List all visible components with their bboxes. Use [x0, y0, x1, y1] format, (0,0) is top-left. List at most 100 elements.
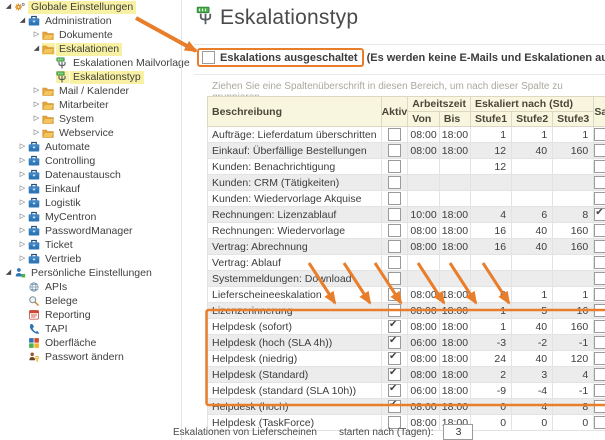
sa-checkbox[interactable] [594, 416, 605, 429]
cell-bis[interactable]: 18:00 [439, 223, 470, 239]
sa-checkbox[interactable] [594, 240, 605, 253]
aktiv-checkbox[interactable] [388, 288, 401, 301]
col-header-sa[interactable]: Sa [594, 97, 605, 127]
cell-von[interactable] [408, 271, 440, 287]
cell-stufe2[interactable] [512, 271, 553, 287]
cell-stufe1[interactable]: 16 [470, 223, 511, 239]
cell-von[interactable]: 08:00 [408, 239, 440, 255]
cell-von[interactable] [408, 175, 440, 191]
cell-stufe3[interactable] [553, 255, 594, 271]
start-days-input[interactable]: 3 [443, 424, 473, 440]
cell-sa-checkbox[interactable] [594, 159, 605, 175]
aktiv-checkbox[interactable] [388, 336, 401, 349]
aktiv-checkbox[interactable] [388, 272, 401, 285]
tree-item-ticket[interactable]: ▷ Ticket [0, 238, 181, 252]
sa-checkbox[interactable] [594, 128, 605, 141]
cell-stufe2[interactable]: 4 [512, 399, 553, 415]
sa-checkbox[interactable] [594, 192, 605, 205]
cell-von[interactable]: 08:00 [408, 223, 440, 239]
cell-stufe3[interactable] [553, 191, 594, 207]
cell-aktiv-checkbox[interactable] [381, 399, 408, 415]
cell-stufe3[interactable] [553, 175, 594, 191]
tree-item-apis[interactable]: APIs [0, 280, 181, 294]
aktiv-checkbox[interactable] [388, 144, 401, 157]
expander-icon[interactable]: ◢ [3, 0, 14, 14]
tree-item-belege[interactable]: Belege [0, 294, 181, 308]
cell-stufe3[interactable]: 0 [553, 415, 594, 431]
cell-von[interactable] [408, 255, 440, 271]
cell-aktiv-checkbox[interactable] [381, 351, 408, 367]
cell-stufe1[interactable]: 12 [470, 143, 511, 159]
cell-stufe3[interactable]: -1 [553, 335, 594, 351]
cell-aktiv-checkbox[interactable] [381, 367, 408, 383]
cell-von[interactable] [408, 191, 440, 207]
cell-sa-checkbox[interactable] [594, 207, 605, 223]
cell-stufe1[interactable]: -9 [470, 383, 511, 399]
table-row[interactable]: Lieferscheineeskalation 08:00 18:00 0 1 … [208, 287, 605, 303]
tree-item-dokumente[interactable]: ▷ Dokumente [0, 28, 181, 42]
cell-sa-checkbox[interactable] [594, 271, 605, 287]
cell-bis[interactable]: 18:00 [439, 399, 470, 415]
expander-icon[interactable]: ▷ [31, 84, 42, 98]
sa-checkbox[interactable] [594, 400, 605, 413]
tree-item-system[interactable]: ▷ System [0, 112, 181, 126]
cell-stufe3[interactable]: 4 [553, 367, 594, 383]
sa-checkbox[interactable] [594, 352, 605, 365]
cell-stufe1[interactable]: 2 [470, 367, 511, 383]
table-row[interactable]: Vertrag: Ablauf Betrieb [208, 255, 605, 271]
expander-icon[interactable]: ▷ [17, 140, 28, 154]
expander-icon[interactable]: ▷ [17, 252, 28, 266]
tree-item-reporting[interactable]: Reporting [0, 308, 181, 322]
cell-stufe1[interactable]: 24 [470, 351, 511, 367]
table-row[interactable]: Kunden: CRM (Tätigkeiten) Betrieb [208, 175, 605, 191]
expander-icon[interactable]: ▷ [17, 224, 28, 238]
tree-item-eskalationen[interactable]: ◢ Eskalationen [0, 42, 181, 56]
col-header-von[interactable]: Von [408, 112, 440, 127]
cell-bis[interactable]: 18:00 [439, 207, 470, 223]
cell-von[interactable]: 08:00 [408, 127, 440, 143]
tree-item-mail-kalender[interactable]: ▷ Mail / Kalender [0, 84, 181, 98]
cell-stufe2[interactable]: 40 [512, 239, 553, 255]
tree-item-passwordmanager[interactable]: ▷ PasswordManager [0, 224, 181, 238]
cell-aktiv-checkbox[interactable] [381, 143, 408, 159]
expander-icon[interactable]: ◢ [3, 266, 14, 280]
cell-sa-checkbox[interactable] [594, 143, 605, 159]
aktiv-checkbox[interactable] [388, 304, 401, 317]
aktiv-checkbox[interactable] [388, 320, 401, 333]
cell-bis[interactable]: 18:00 [439, 319, 470, 335]
aktiv-checkbox[interactable] [388, 192, 401, 205]
cell-stufe2[interactable]: 3 [512, 367, 553, 383]
cell-aktiv-checkbox[interactable] [381, 335, 408, 351]
cell-bis[interactable] [439, 191, 470, 207]
aktiv-checkbox[interactable] [388, 176, 401, 189]
cell-von[interactable]: 08:00 [408, 287, 440, 303]
sa-checkbox[interactable] [594, 320, 605, 333]
cell-bis[interactable] [439, 159, 470, 175]
cell-stufe3[interactable]: -1 [553, 383, 594, 399]
tree-item-globale-einstellungen[interactable]: ◢ Globale Einstellungen [0, 0, 181, 14]
cell-aktiv-checkbox[interactable] [381, 175, 408, 191]
cell-stufe2[interactable]: 40 [512, 351, 553, 367]
cell-stufe3[interactable]: 16 [553, 303, 594, 319]
col-header-stufe1[interactable]: Stufe1 [470, 112, 511, 127]
aktiv-checkbox[interactable] [388, 256, 401, 269]
cell-stufe2[interactable]: 0 [512, 415, 553, 431]
cell-stufe2[interactable] [512, 159, 553, 175]
cell-stufe2[interactable] [512, 191, 553, 207]
cell-von[interactable] [408, 159, 440, 175]
cell-sa-checkbox[interactable] [594, 287, 605, 303]
sa-checkbox[interactable] [594, 176, 605, 189]
cell-aktiv-checkbox[interactable] [381, 287, 408, 303]
cell-bis[interactable]: 18:00 [439, 351, 470, 367]
col-group-arbeitszeit[interactable]: Arbeitszeit [408, 97, 471, 112]
table-row[interactable]: Einkauf: Überfällige Bestellungen 08:00 … [208, 143, 605, 159]
tree-item-automate[interactable]: ▷ Automate [0, 140, 181, 154]
cell-sa-checkbox[interactable] [594, 239, 605, 255]
table-row[interactable]: Systemmeldungen: Download Betrieb [208, 271, 605, 287]
cell-stufe1[interactable]: 0 [470, 287, 511, 303]
cell-stufe2[interactable]: 1 [512, 127, 553, 143]
cell-sa-checkbox[interactable] [594, 127, 605, 143]
cell-stufe3[interactable]: 160 [553, 223, 594, 239]
cell-aktiv-checkbox[interactable] [381, 319, 408, 335]
cell-sa-checkbox[interactable] [594, 351, 605, 367]
